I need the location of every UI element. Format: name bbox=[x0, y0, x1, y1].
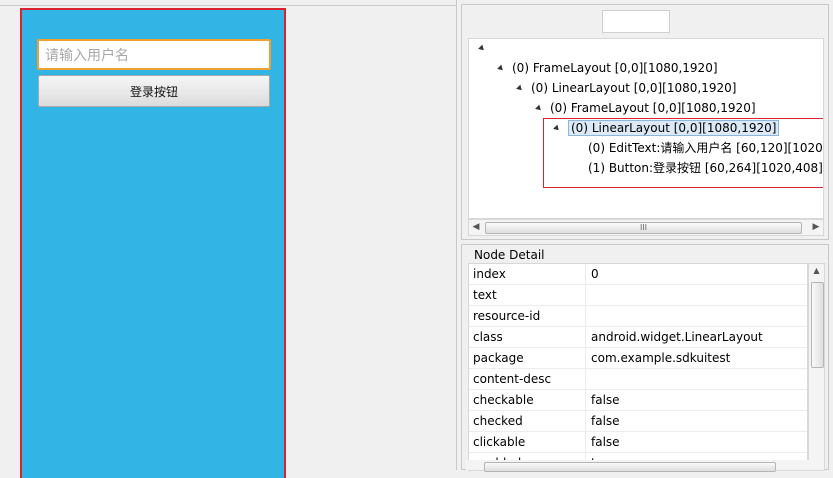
scroll-thumb[interactable]: III bbox=[485, 222, 802, 234]
expand-toggle-icon[interactable] bbox=[516, 84, 524, 93]
hierarchy-tree[interactable]: (0) FrameLayout [0,0][1080,1920] (0) Lin… bbox=[468, 38, 824, 219]
device-screen[interactable]: 请输入用户名 登录按钮 bbox=[20, 8, 286, 478]
table-row[interactable]: clickable false bbox=[469, 432, 807, 453]
tree-row-root[interactable] bbox=[478, 39, 493, 57]
table-row[interactable]: checked false bbox=[469, 411, 807, 432]
selection-highlight-box bbox=[543, 118, 823, 188]
table-row[interactable]: resource-id bbox=[469, 306, 807, 327]
tree-row-linearlayout[interactable]: (0) LinearLayout [0,0][1080,1920] bbox=[516, 79, 737, 97]
table-row[interactable]: text bbox=[469, 285, 807, 306]
login-button[interactable]: 登录按钮 bbox=[38, 75, 270, 107]
tree-horizontal-scrollbar[interactable]: ◀ III ▶ bbox=[468, 219, 824, 236]
scroll-up-icon[interactable]: ▲ bbox=[809, 266, 824, 275]
table-row[interactable]: checkable false bbox=[469, 390, 807, 411]
node-detail-table: index 0 text resource-id class android.wid… bbox=[468, 263, 808, 471]
node-detail-panel: Node Detail index 0 text resource-id clas… bbox=[461, 244, 829, 471]
tree-node-label: (0) FrameLayout [0,0][1080,1920] bbox=[512, 61, 718, 75]
expand-toggle-icon[interactable] bbox=[478, 44, 486, 53]
table-row[interactable]: package com.example.sdkuitest bbox=[469, 348, 807, 369]
tree-node-label: (0) LinearLayout [0,0][1080,1920] bbox=[531, 81, 737, 95]
tree-row-framelayout-content[interactable]: (0) FrameLayout [0,0][1080,1920] bbox=[535, 99, 756, 117]
device-screenshot-pane: 请输入用户名 登录按钮 bbox=[0, 0, 457, 478]
toolbar-field[interactable] bbox=[602, 10, 670, 33]
table-row[interactable]: content-desc bbox=[469, 369, 807, 390]
scroll-left-icon[interactable]: ◀ bbox=[469, 220, 483, 235]
node-detail-title: Node Detail bbox=[472, 248, 547, 262]
scroll-right-icon[interactable]: ▶ bbox=[809, 220, 823, 235]
detail-horizontal-scrollbar[interactable] bbox=[466, 460, 816, 472]
tree-row-framelayout[interactable]: (0) FrameLayout [0,0][1080,1920] bbox=[497, 59, 718, 77]
expand-toggle-icon[interactable] bbox=[535, 104, 543, 113]
table-row[interactable]: class android.widget.LinearLayout bbox=[469, 327, 807, 348]
divider bbox=[0, 5, 456, 6]
table-row[interactable]: index 0 bbox=[469, 264, 807, 285]
scroll-thumb[interactable] bbox=[811, 282, 824, 368]
hierarchy-panel: (0) FrameLayout [0,0][1080,1920] (0) Lin… bbox=[461, 4, 829, 240]
detail-vertical-scrollbar[interactable]: ▲ bbox=[808, 263, 825, 471]
tree-node-label: (0) FrameLayout [0,0][1080,1920] bbox=[550, 101, 756, 115]
expand-toggle-icon[interactable] bbox=[497, 64, 505, 73]
username-edittext[interactable]: 请输入用户名 bbox=[37, 39, 271, 70]
scroll-thumb[interactable] bbox=[484, 462, 776, 472]
